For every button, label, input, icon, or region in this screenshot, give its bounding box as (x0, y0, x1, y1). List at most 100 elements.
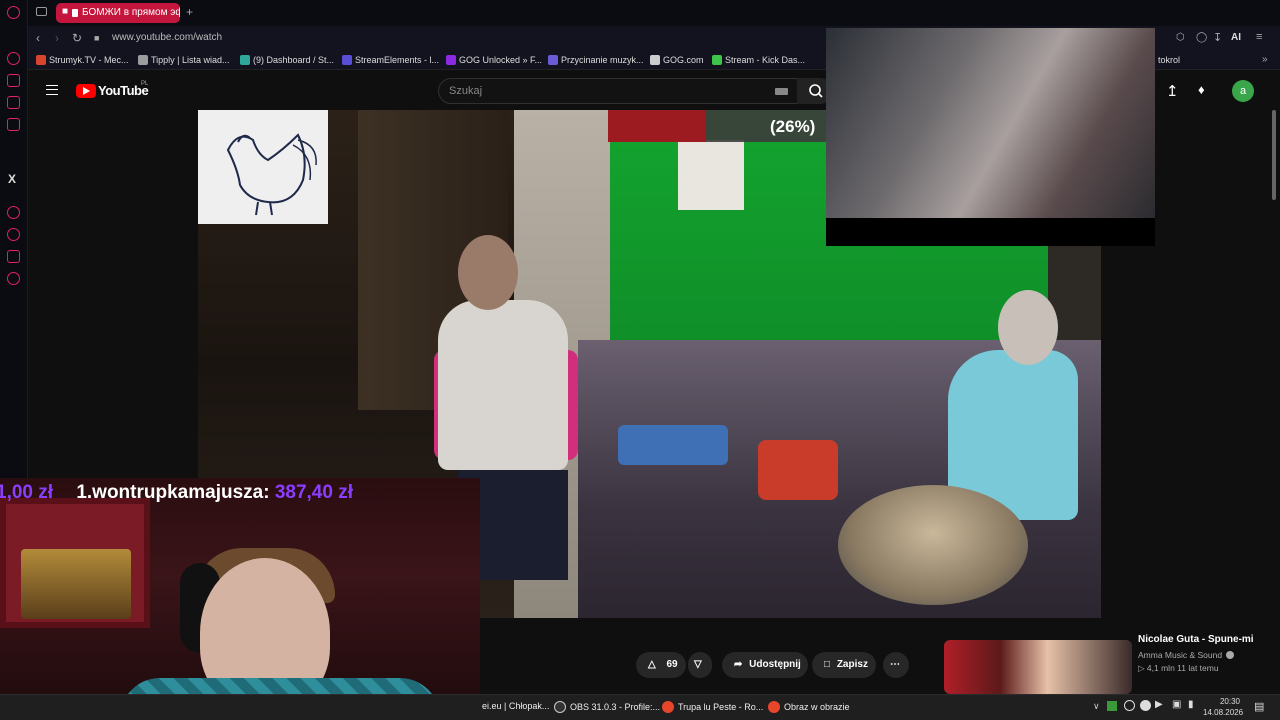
opera-logo-icon[interactable] (7, 6, 20, 19)
brave-icon (768, 701, 780, 713)
share-button[interactable]: ➦ Udostępnij (722, 652, 808, 678)
upload-icon[interactable]: ↥ (1166, 82, 1179, 100)
sidebar-workspaces-icon[interactable] (7, 74, 20, 87)
bookmark-item[interactable]: Tipply | Lista wiad... (138, 55, 230, 65)
aria-ai-button[interactable]: AI (1231, 32, 1241, 43)
thumbs-down-icon: ▽ (694, 659, 702, 670)
donor-amount: 387,40 zł (274, 482, 353, 503)
bookmark-favicon-icon (712, 55, 722, 65)
search-input[interactable]: Szukaj (438, 78, 798, 104)
notifications-icon[interactable]: ▤ (1254, 700, 1264, 713)
microphone-icon[interactable]: ▮ (1188, 699, 1194, 710)
snapshot-icon[interactable]: ◯ (1196, 32, 1207, 43)
tray-steam-icon[interactable] (1124, 700, 1135, 711)
bookmark-item[interactable]: Stream - Kick Das... (712, 55, 805, 65)
sidebar-messenger-icon[interactable] (7, 96, 20, 109)
truck-icon (21, 549, 131, 619)
youtube-region: PL (141, 81, 149, 87)
sidebar-player-icon[interactable] (7, 206, 20, 219)
video-person-right-head (998, 290, 1058, 365)
reload-icon[interactable]: ↻ (72, 31, 82, 45)
bookmark-item[interactable]: StreamElements - l... (342, 55, 439, 65)
taskbar-item[interactable]: Trupa lu Peste - Ro... (662, 701, 763, 713)
recommendation-thumbnail[interactable] (944, 640, 1132, 694)
verified-icon (1226, 651, 1235, 659)
donor-amount-previous: 1,00 zł (0, 482, 54, 503)
thumbs-up-icon: △ (648, 659, 656, 670)
dislike-button[interactable]: ▽ (688, 652, 712, 678)
tab-bar (28, 0, 1280, 26)
share-icon: ➦ (734, 659, 743, 670)
tab-islands-icon[interactable] (36, 7, 47, 16)
sidebar-aria-icon[interactable] (7, 52, 20, 65)
taskbar-item[interactable]: OBS 31.0.3 - Profile:... (554, 701, 660, 713)
rooster-icon (226, 133, 317, 216)
favicon-icon (72, 9, 78, 17)
youtube-logo-icon[interactable] (76, 84, 96, 98)
url-field[interactable]: www.youtube.com/watch (112, 32, 222, 43)
webcam-overlay (0, 478, 480, 720)
forward-icon[interactable]: › (55, 31, 59, 45)
recommendation-channel[interactable]: Amma Music & Sound (1138, 650, 1235, 660)
tab-active[interactable]: ■ БОМЖИ в прямом эфи (56, 3, 180, 23)
video-scene-blue-cloth (618, 425, 728, 465)
taskbar-item[interactable]: ei.eu | Chłopak... (482, 701, 549, 711)
like-button[interactable]: △ 69 (636, 652, 686, 678)
bookmark-favicon-icon (240, 55, 250, 65)
sidebar-instagram-icon[interactable] (7, 118, 20, 131)
video-scene-pot (838, 485, 1028, 605)
bookmarks-more-icon[interactable]: » (1262, 54, 1268, 65)
recommendation-meta: ▷ 4,1 mln 11 lat temu (1138, 663, 1219, 673)
hamburger-menu-icon[interactable] (46, 85, 58, 95)
keyboard-icon[interactable] (775, 88, 788, 95)
taskbar-item[interactable]: Obraz w obrazie (768, 701, 850, 713)
volume-icon[interactable]: ▶ (1155, 699, 1163, 710)
tray-app-icon[interactable] (1107, 701, 1117, 711)
tray-obs-icon[interactable] (1140, 700, 1151, 711)
avatar[interactable]: a (1232, 80, 1254, 102)
speaker-icon[interactable]: ■ (62, 6, 68, 17)
menu-icon[interactable]: ≡ (1256, 31, 1262, 43)
picture-in-picture-window[interactable] (826, 28, 1155, 246)
save-button[interactable]: □ Zapisz (812, 652, 876, 678)
new-tab-button[interactable]: + (186, 5, 193, 19)
sidebar-x-icon[interactable]: X (8, 172, 16, 186)
sidebar-settings-icon[interactable] (7, 272, 20, 285)
page-scrollbar[interactable] (1272, 110, 1276, 200)
network-icon[interactable]: ▣ (1172, 699, 1181, 710)
bookmark-favicon-icon (342, 55, 352, 65)
goal-progress-fill (608, 110, 707, 142)
lock-icon: ■ (94, 33, 100, 43)
sidebar-percent-icon[interactable] (7, 150, 20, 163)
play-icon: ▷ (1138, 663, 1145, 673)
notifications-bell-icon[interactable]: ♦ (1198, 82, 1205, 97)
bookmark-item[interactable]: (9) Dashboard / St... (240, 55, 334, 65)
video-person-left-head (458, 235, 518, 310)
video-person-left (438, 300, 568, 470)
tray-chevron-icon[interactable]: ∨ (1093, 701, 1100, 712)
sidebar-history-icon[interactable] (7, 228, 20, 241)
bookmark-favicon-icon (446, 55, 456, 65)
sidebar-extensions-icon[interactable] (7, 250, 20, 263)
truck-poster (0, 498, 150, 628)
bookmark-item[interactable]: Przycinanie muzyk... (548, 55, 644, 65)
more-actions-button[interactable]: ⋯ (883, 652, 909, 678)
top-donor-banner: 1,00 zł 1.wontrupkamajusza: 387,40 zł (0, 482, 353, 504)
save-icon: □ (824, 659, 831, 670)
bookmark-item[interactable]: GOG.com (650, 55, 704, 65)
brave-icon (662, 701, 674, 713)
bookmark-item[interactable]: Strumyk.TV - Mec... (36, 55, 129, 65)
more-icon: ⋯ (890, 659, 900, 670)
extensions-icon[interactable]: ⬡ (1176, 32, 1185, 43)
bookmark-favicon-icon (548, 55, 558, 65)
clock-date[interactable]: 14.08.2026 (1203, 708, 1243, 717)
tab-title: БОМЖИ в прямом эфи (82, 7, 180, 18)
bookmark-item[interactable]: tokrol (1158, 55, 1180, 65)
recommendation-title[interactable]: Nicolae Guta - Spune-mi (1138, 634, 1254, 645)
clock-time[interactable]: 20:30 (1210, 697, 1250, 706)
back-icon[interactable]: ‹ (36, 31, 40, 45)
download-icon[interactable]: ↧ (1213, 31, 1222, 44)
bookmark-item[interactable]: GOG Unlocked » F... (446, 55, 542, 65)
video-scene-poster (678, 140, 744, 210)
pip-video-frame (826, 28, 1155, 218)
